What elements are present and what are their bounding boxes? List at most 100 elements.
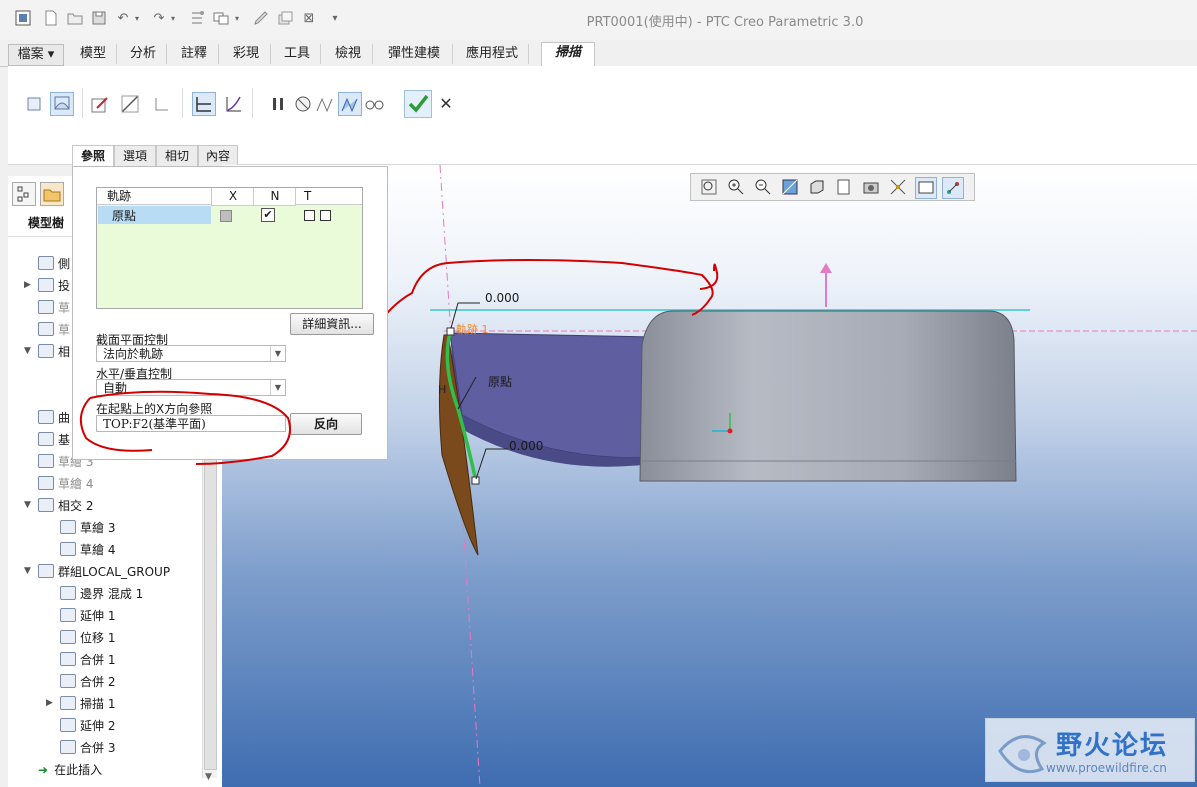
spin-center-icon[interactable] [942,177,964,199]
tree-item[interactable]: 合併 1 [60,650,115,670]
tab-view[interactable]: 檢視 [324,44,373,64]
tree-item[interactable]: 草繪 4 [38,474,93,494]
zoom-out-icon[interactable] [753,177,773,197]
thicken-icon[interactable] [150,92,174,116]
merge-icon [60,740,76,754]
t-checkbox[interactable] [320,210,331,221]
tree-item[interactable]: 相交 2 [38,496,93,516]
variable-section-icon[interactable] [222,92,246,116]
expand-arrow-icon[interactable]: ▶ [46,698,53,708]
repaint-icon[interactable] [780,177,800,197]
no-preview-icon[interactable] [291,92,315,116]
verify-icon[interactable] [313,92,337,116]
tree-item[interactable]: 邊界 混成 1 [60,584,143,604]
tree-item[interactable]: 群組LOCAL_GROUP [38,562,170,582]
sketch-icon[interactable] [88,92,112,116]
tab-applications[interactable]: 應用程式 [456,44,529,64]
remove-material-icon[interactable] [118,92,142,116]
origin-label[interactable]: 原點 [488,373,512,390]
display-style-icon[interactable] [807,177,827,197]
n-checkbox[interactable]: ✔ [261,208,275,222]
tab-tangency[interactable]: 相切 [156,145,198,167]
tree-item[interactable]: 草 [38,298,70,318]
merge-icon [60,652,76,666]
dimension-bottom[interactable]: 0.000 [509,439,543,453]
refit-icon[interactable] [699,177,719,197]
intersect-icon [38,498,54,512]
tree-item[interactable]: 側 [38,254,70,274]
window-title: PRT0001(使用中) - PTC Creo Parametric 3.0 [586,15,864,30]
details-button[interactable]: 詳細資訊... [290,313,374,335]
zoom-in-icon[interactable] [726,177,746,197]
tab-render[interactable]: 彩現 [222,44,271,64]
folder-browser-icon[interactable] [40,182,64,206]
tab-file[interactable]: 檔案 ▾ [8,44,64,66]
tree-item[interactable]: 草繪 3 [60,518,115,538]
expand-arrow-icon[interactable]: ▶ [24,280,31,290]
tab-annotate[interactable]: 註釋 [170,44,219,64]
section-plane-select[interactable]: 法向於軌跡 ▼ [96,345,286,362]
tree-item[interactable]: 相 [38,342,70,362]
column-x: X [211,188,254,206]
datum-point-icon [38,432,54,446]
tab-model[interactable]: 模型 [70,44,117,64]
x-checkbox[interactable] [220,210,232,222]
tree-item[interactable]: 合併 2 [60,672,115,692]
feature-preview-icon[interactable] [338,92,362,116]
collapse-arrow-icon[interactable]: ▼ [24,346,31,356]
pause-icon[interactable] [266,92,290,116]
tab-flexible-modeling[interactable]: 彈性建模 [376,44,453,64]
solid-icon[interactable] [22,92,46,116]
cancel-x-icon[interactable]: ✕ [434,92,458,116]
model-tree-tab-icon[interactable] [12,182,36,206]
tree-item[interactable]: 投 [38,276,70,296]
t-checkbox[interactable] [304,210,315,221]
sweep-icon [60,696,76,710]
insert-here-item[interactable]: ➜ 在此插入 [38,760,102,780]
table-row[interactable]: 原點 [98,206,211,224]
tab-properties[interactable]: 內容 [198,145,238,167]
tree-item[interactable]: 掃描 1 [60,694,115,714]
ok-check-icon[interactable] [404,90,432,118]
merge-icon [60,674,76,688]
tree-item[interactable]: 延伸 2 [60,716,115,736]
constant-section-icon[interactable] [192,92,216,116]
sketch-icon [38,476,54,490]
rotate-feature-icon [38,256,54,270]
tree-item[interactable]: 延伸 1 [60,606,115,626]
tab-references[interactable]: 參照 [72,145,114,167]
datum-display-icon[interactable] [888,177,908,197]
sketch-icon [60,542,76,556]
trajectory-end-point[interactable] [471,476,480,485]
sketch-icon [38,322,54,336]
glasses-icon[interactable] [362,92,386,116]
tab-options[interactable]: 選項 [114,145,156,167]
tree-item[interactable]: 草繪 4 [60,540,115,560]
surface-icon[interactable] [50,92,74,116]
watermark: 野火论坛 www.proewildfire.cn [985,718,1195,782]
trajectory-start-point[interactable] [446,327,455,336]
collapse-arrow-icon[interactable]: ▼ [24,500,31,510]
collapse-arrow-icon[interactable]: ▼ [24,566,31,576]
direction-arrow-head[interactable] [820,263,832,273]
trajectory-name: 原點 [112,209,137,223]
scroll-down-icon[interactable]: ▼ [205,772,212,782]
dimension-top[interactable]: 0.000 [485,291,519,305]
saved-views-icon[interactable] [834,177,854,197]
tree-item[interactable]: 位移 1 [60,628,115,648]
tab-analysis[interactable]: 分析 [120,44,167,64]
tree-item[interactable]: 合併 3 [60,738,115,758]
tab-tools[interactable]: 工具 [274,44,321,64]
group-icon [38,564,54,578]
csys-origin [727,428,733,434]
title-bar: ↶ ▾ ↷ ▾ ▾ ⊠ ▾ PRT0001(使用中) - PTC Creo Pa… [0,0,1197,41]
column-n: N [253,188,296,206]
cylinder-body [639,310,1017,482]
boundary-blend-icon [60,586,76,600]
model-tree-header: 模型樹 [28,216,65,230]
annotation-display-icon[interactable] [915,177,937,199]
view-manager-icon[interactable] [861,177,881,197]
tab-sweep[interactable]: 掃描 [541,42,595,67]
trajectory-annotation-label: 軌跡 1 [456,323,489,336]
tree-item[interactable]: 草 [38,320,70,340]
